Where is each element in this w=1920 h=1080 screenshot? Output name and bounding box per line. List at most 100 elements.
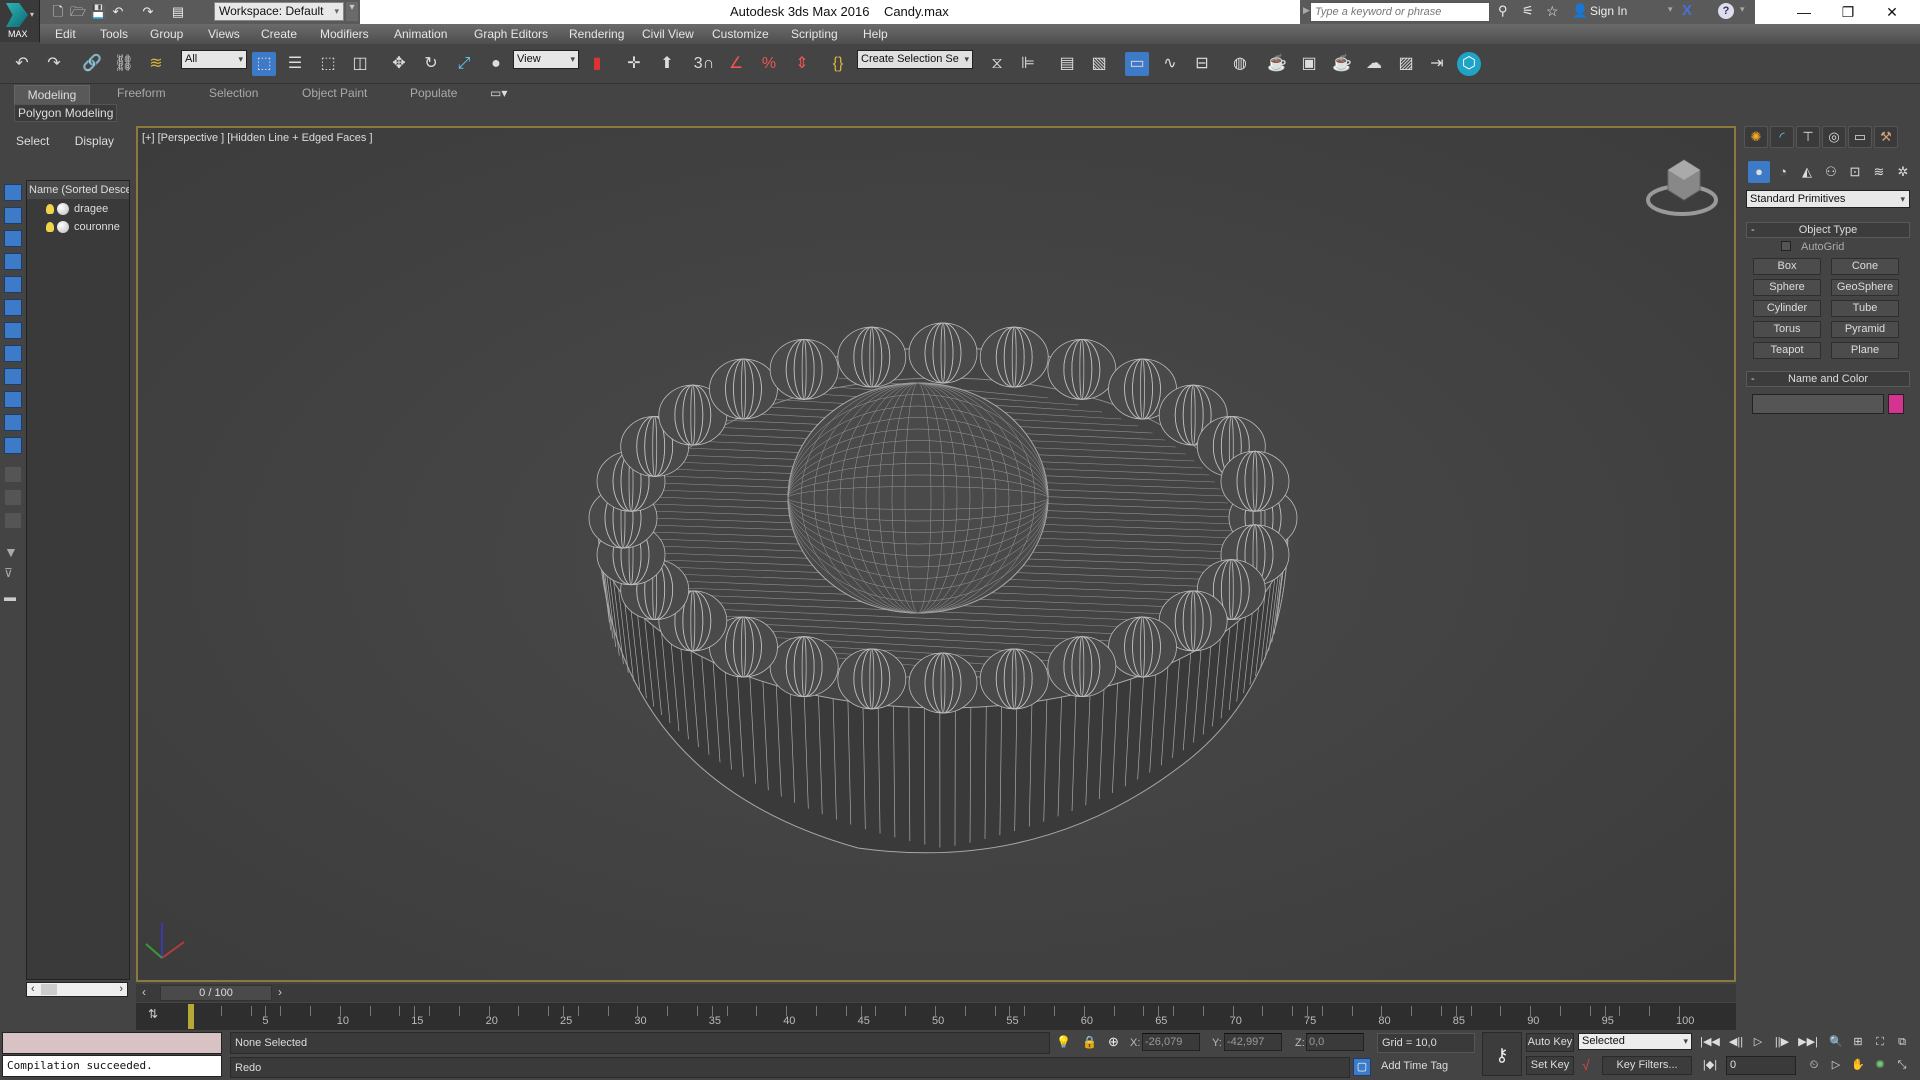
menu-civil-view[interactable]: Civil View — [642, 27, 694, 41]
list-item[interactable]: couronne — [46, 221, 120, 237]
render-iterative-icon[interactable]: ⇥ — [1425, 52, 1449, 76]
application-menu-button[interactable]: ▾ MAX — [0, 0, 40, 42]
display-shapes-icon[interactable] — [4, 207, 22, 224]
menu-modifiers[interactable]: Modifiers — [320, 27, 369, 41]
pan-view-icon[interactable]: ✋ — [1848, 1056, 1868, 1074]
exchange-apps-icon[interactable]: X — [1682, 2, 1692, 19]
menu-edit[interactable]: Edit — [55, 27, 76, 41]
menu-group[interactable]: Group — [150, 27, 183, 41]
undo-icon[interactable]: ↶ — [10, 52, 34, 76]
align-icon[interactable]: ⊫ — [1016, 52, 1040, 76]
display-invert-icon[interactable] — [4, 512, 22, 529]
display-none-icon[interactable] — [4, 489, 22, 506]
display-helpers-icon[interactable] — [4, 276, 22, 293]
help-icon[interactable]: ? — [1718, 3, 1734, 19]
zoom-icon[interactable]: 🔍 — [1826, 1033, 1846, 1051]
minimize-button[interactable]: — — [1782, 0, 1826, 24]
object-type-rollout[interactable]: - Object Type — [1746, 222, 1910, 238]
chevron-down-icon[interactable]: ▾ — [1740, 4, 1745, 15]
favorites-star-icon[interactable]: ☆ — [1546, 3, 1559, 20]
viewport-label[interactable]: [+] [Perspective ] [Hidden Line + Edged … — [142, 132, 373, 144]
scene-explorer-tab-select[interactable]: Select — [16, 134, 49, 148]
geosphere-button[interactable]: GeoSphere — [1831, 279, 1899, 296]
new-file-icon[interactable]: 🗋 — [50, 4, 66, 20]
add-time-tag[interactable]: Add Time Tag — [1377, 1057, 1475, 1077]
curve-editor-icon[interactable]: ∿ — [1158, 52, 1182, 76]
maximize-viewport-icon[interactable]: ⤡ — [1892, 1056, 1912, 1074]
menu-create[interactable]: Create — [261, 27, 297, 41]
place-object-icon[interactable]: ● — [484, 52, 508, 76]
layer-icon[interactable]: ▬ — [4, 590, 16, 604]
x-coordinate-field[interactable]: -26,079 — [1142, 1033, 1200, 1051]
tube-button[interactable]: Tube — [1831, 300, 1899, 317]
user-icon[interactable]: 👤 — [1572, 3, 1588, 19]
satellite-icon[interactable]: ⚟ — [1522, 3, 1534, 19]
key-mode-dropdown[interactable]: Selected ▾ — [1578, 1033, 1692, 1050]
ribbon-tab-selection[interactable]: Selection — [209, 86, 258, 100]
menu-customize[interactable]: Customize — [712, 27, 769, 41]
select-manipulate-icon[interactable]: ✛ — [622, 52, 646, 76]
auto-key-button[interactable]: Auto Key — [1526, 1033, 1574, 1052]
teapot-button[interactable]: Teapot — [1753, 342, 1821, 359]
angle-snap-icon[interactable]: ∠ — [724, 52, 748, 76]
time-configuration-icon[interactable]: ⏲ — [1804, 1056, 1824, 1074]
display-hidden-icon[interactable] — [4, 437, 22, 454]
ribbon-tab-freeform[interactable]: Freeform — [117, 86, 166, 100]
light-bulb-icon[interactable] — [46, 222, 54, 233]
field-of-view-icon[interactable]: ▷ — [1826, 1056, 1846, 1074]
undo-icon[interactable]: ↶ — [110, 4, 126, 20]
box-button[interactable]: Box — [1753, 258, 1821, 275]
scroll-right-icon[interactable]: › — [119, 983, 123, 995]
lights-category-icon[interactable]: ◭ — [1796, 161, 1818, 183]
zoom-extents-icon[interactable]: ⛶ — [1870, 1033, 1890, 1051]
display-groups-icon[interactable] — [4, 322, 22, 339]
named-selection-dropdown[interactable]: Create Selection Se ▾ — [857, 50, 973, 69]
hierarchy-tab-icon[interactable]: ⊤ — [1796, 126, 1820, 148]
search-input[interactable]: Type a keyword or phrase — [1310, 2, 1490, 22]
zoom-extents-all-icon[interactable]: ⧉ — [1892, 1033, 1912, 1051]
time-slider[interactable]: ‹ › — [136, 984, 1736, 1002]
open-file-icon[interactable]: 🗁 — [70, 4, 86, 20]
pyramid-button[interactable]: Pyramid — [1831, 321, 1899, 338]
next-frame-icon[interactable]: › — [278, 985, 282, 999]
current-frame-field[interactable]: 0 — [1726, 1056, 1796, 1075]
ribbon-options-icon[interactable]: ▭▾ — [490, 86, 507, 100]
create-tab-icon[interactable]: ✺ — [1744, 126, 1768, 148]
plane-button[interactable]: Plane — [1831, 342, 1899, 359]
display-lights-icon[interactable] — [4, 230, 22, 247]
display-xrefs-icon[interactable] — [4, 345, 22, 362]
z-coordinate-field[interactable]: 0,0 — [1306, 1033, 1364, 1051]
object-name-input[interactable] — [1752, 394, 1884, 414]
close-button[interactable]: ✕ — [1870, 0, 1914, 24]
bind-space-warp-icon[interactable]: ≋ — [144, 52, 168, 76]
default-in-out-tangents-icon[interactable]: √ — [1582, 1057, 1590, 1073]
set-keys-key-icon[interactable]: ⚷ — [1482, 1032, 1522, 1076]
toggle-ribbon-icon[interactable]: ▭ — [1125, 52, 1149, 76]
zoom-all-icon[interactable]: ⊞ — [1848, 1033, 1868, 1051]
autogrid-checkbox[interactable] — [1781, 241, 1791, 251]
motion-tab-icon[interactable]: ◎ — [1822, 126, 1846, 148]
filter-icon[interactable]: ▼ — [4, 544, 18, 560]
systems-category-icon[interactable]: ✲ — [1892, 161, 1914, 183]
material-editor-icon[interactable]: ◍ — [1228, 52, 1252, 76]
layer-explorer-icon[interactable]: ▧ — [1087, 52, 1111, 76]
utilities-tab-icon[interactable]: ⚒ — [1874, 126, 1898, 148]
edit-named-selection-icon[interactable]: {} — [826, 52, 850, 76]
helpers-category-icon[interactable]: ⊡ — [1844, 161, 1866, 183]
display-space-warps-icon[interactable] — [4, 299, 22, 316]
menu-views[interactable]: Views — [208, 27, 240, 41]
spinner-snap-icon[interactable]: ⇕ — [790, 52, 814, 76]
orbit-icon[interactable]: ✺ — [1870, 1056, 1890, 1074]
rotate-icon[interactable]: ↻ — [419, 52, 443, 76]
sphere-button[interactable]: Sphere — [1753, 279, 1821, 296]
redo-icon[interactable]: ↷ — [42, 52, 66, 76]
percent-snap-icon[interactable]: % — [757, 52, 781, 76]
select-object-icon[interactable]: ⬚ — [252, 52, 276, 76]
render-in-cloud-icon[interactable]: ☁ — [1362, 52, 1386, 76]
horizontal-scrollbar[interactable]: ‹ › — [26, 982, 128, 997]
render-production-icon[interactable]: ☕ — [1330, 52, 1354, 76]
pivot-center-icon[interactable]: ▮ — [585, 52, 609, 76]
geometry-category-icon[interactable]: ● — [1748, 161, 1770, 183]
schematic-view-icon[interactable]: ⊟ — [1190, 52, 1214, 76]
selection-filter-dropdown[interactable]: All ▾ — [181, 50, 247, 69]
